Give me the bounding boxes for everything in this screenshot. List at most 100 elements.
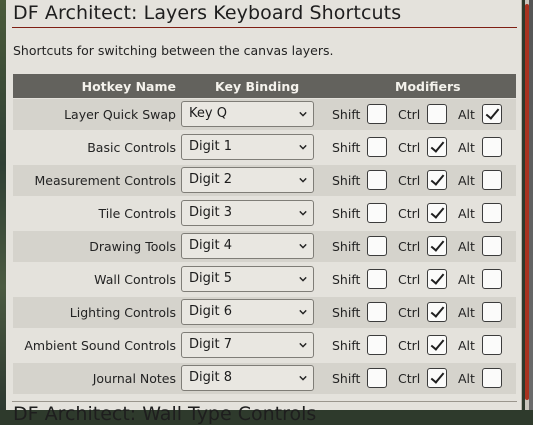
key-binding-select[interactable]: Digit 5 <box>181 266 314 292</box>
chevron-down-icon <box>299 210 307 216</box>
shift-checkbox[interactable] <box>367 170 387 190</box>
alt-checkbox[interactable] <box>482 236 502 256</box>
key-binding-value: Digit 1 <box>189 139 232 154</box>
table-row: Wall Controls Digit 5 Shift Ctrl Alt <box>13 264 516 295</box>
alt-label: Alt <box>458 239 475 254</box>
chevron-down-icon <box>299 342 307 348</box>
ctrl-label: Ctrl <box>398 140 421 155</box>
table-row: Drawing Tools Digit 4 Shift Ctrl Alt <box>13 231 516 262</box>
ctrl-checkbox[interactable] <box>427 236 447 256</box>
ctrl-label: Ctrl <box>398 305 421 320</box>
ctrl-label: Ctrl <box>398 371 421 386</box>
ctrl-checkbox[interactable] <box>427 269 447 289</box>
hotkey-name: Drawing Tools <box>89 239 176 254</box>
alt-checkbox[interactable] <box>482 170 502 190</box>
shift-label: Shift <box>332 107 361 122</box>
key-binding-value: Digit 5 <box>189 271 232 286</box>
chevron-down-icon <box>299 276 307 282</box>
key-binding-value: Digit 8 <box>189 370 232 385</box>
ctrl-label: Ctrl <box>398 338 421 353</box>
shift-label: Shift <box>332 305 361 320</box>
shift-checkbox[interactable] <box>367 104 387 124</box>
alt-label: Alt <box>458 206 475 221</box>
alt-checkbox[interactable] <box>482 203 502 223</box>
shift-checkbox[interactable] <box>367 368 387 388</box>
header-hotkey-name: Hotkey Name <box>81 79 176 94</box>
ctrl-label: Ctrl <box>398 173 421 188</box>
ctrl-label: Ctrl <box>398 206 421 221</box>
alt-checkbox[interactable] <box>482 269 502 289</box>
section-description: Shortcuts for switching between the canv… <box>13 43 334 58</box>
section-title: DF Architect: Layers Keyboard Shortcuts <box>13 2 402 24</box>
next-section-title: DF Architect: Wall Type Controls <box>13 403 317 425</box>
key-binding-select[interactable]: Digit 4 <box>181 233 314 259</box>
shift-checkbox[interactable] <box>367 269 387 289</box>
shift-checkbox[interactable] <box>367 203 387 223</box>
hotkey-name: Basic Controls <box>87 140 176 155</box>
shift-checkbox[interactable] <box>367 236 387 256</box>
header-key-binding: Key Binding <box>215 79 300 94</box>
table-row: Measurement Controls Digit 2 Shift Ctrl Alt <box>13 165 516 196</box>
alt-checkbox[interactable] <box>482 335 502 355</box>
hotkey-name: Layer Quick Swap <box>64 107 176 122</box>
chevron-down-icon <box>299 177 307 183</box>
shift-label: Shift <box>332 140 361 155</box>
shift-checkbox[interactable] <box>367 302 387 322</box>
key-binding-select[interactable]: Digit 3 <box>181 200 314 226</box>
alt-label: Alt <box>458 107 475 122</box>
hotkey-name: Measurement Controls <box>34 173 177 188</box>
shift-label: Shift <box>332 173 361 188</box>
hotkey-name: Journal Notes <box>92 371 176 386</box>
shift-label: Shift <box>332 206 361 221</box>
title-divider <box>12 27 517 28</box>
alt-checkbox[interactable] <box>482 137 502 157</box>
chevron-down-icon <box>299 243 307 249</box>
ctrl-checkbox[interactable] <box>427 104 447 124</box>
ctrl-checkbox[interactable] <box>427 368 447 388</box>
shift-label: Shift <box>332 239 361 254</box>
table-row: Layer Quick Swap Key Q Shift Ctrl Alt <box>13 99 516 130</box>
ctrl-label: Ctrl <box>398 272 421 287</box>
header-modifiers: Modifiers <box>395 79 461 94</box>
key-binding-value: Digit 2 <box>189 172 232 187</box>
ctrl-label: Ctrl <box>398 239 421 254</box>
key-binding-select[interactable]: Key Q <box>181 101 314 127</box>
hotkey-name: Wall Controls <box>94 272 176 287</box>
table-row: Ambient Sound Controls Digit 7 Shift Ctrl Al… <box>13 330 516 361</box>
ctrl-checkbox[interactable] <box>427 203 447 223</box>
alt-checkbox[interactable] <box>482 368 502 388</box>
alt-label: Alt <box>458 338 475 353</box>
chevron-down-icon <box>299 375 307 381</box>
table-header: Hotkey Name Key Binding Modifiers <box>13 74 516 98</box>
ctrl-checkbox[interactable] <box>427 302 447 322</box>
key-binding-select[interactable]: Digit 7 <box>181 332 314 358</box>
chevron-down-icon <box>299 309 307 315</box>
section-divider <box>12 401 517 402</box>
hotkey-name: Ambient Sound Controls <box>24 338 176 353</box>
alt-checkbox[interactable] <box>482 302 502 322</box>
key-binding-value: Digit 6 <box>189 304 232 319</box>
shift-checkbox[interactable] <box>367 335 387 355</box>
key-binding-select[interactable]: Digit 1 <box>181 134 314 160</box>
ctrl-label: Ctrl <box>398 107 421 122</box>
shift-checkbox[interactable] <box>367 137 387 157</box>
scrollbar-thumb[interactable] <box>525 4 529 400</box>
alt-label: Alt <box>458 173 475 188</box>
hotkey-name: Tile Controls <box>98 206 176 221</box>
ctrl-checkbox[interactable] <box>427 137 447 157</box>
chevron-down-icon <box>299 111 307 117</box>
ctrl-checkbox[interactable] <box>427 335 447 355</box>
key-binding-value: Digit 3 <box>189 205 232 220</box>
key-binding-select[interactable]: Digit 8 <box>181 365 314 391</box>
key-binding-select[interactable]: Digit 6 <box>181 299 314 325</box>
table-row: Journal Notes Digit 8 Shift Ctrl Alt <box>13 363 516 394</box>
key-binding-select[interactable]: Digit 2 <box>181 167 314 193</box>
alt-checkbox[interactable] <box>482 104 502 124</box>
shift-label: Shift <box>332 371 361 386</box>
key-binding-value: Digit 7 <box>189 337 232 352</box>
table-row: Tile Controls Digit 3 Shift Ctrl Alt <box>13 198 516 229</box>
ctrl-checkbox[interactable] <box>427 170 447 190</box>
key-binding-value: Key Q <box>189 106 227 121</box>
chevron-down-icon <box>299 144 307 150</box>
hotkey-name: Lighting Controls <box>69 305 176 320</box>
